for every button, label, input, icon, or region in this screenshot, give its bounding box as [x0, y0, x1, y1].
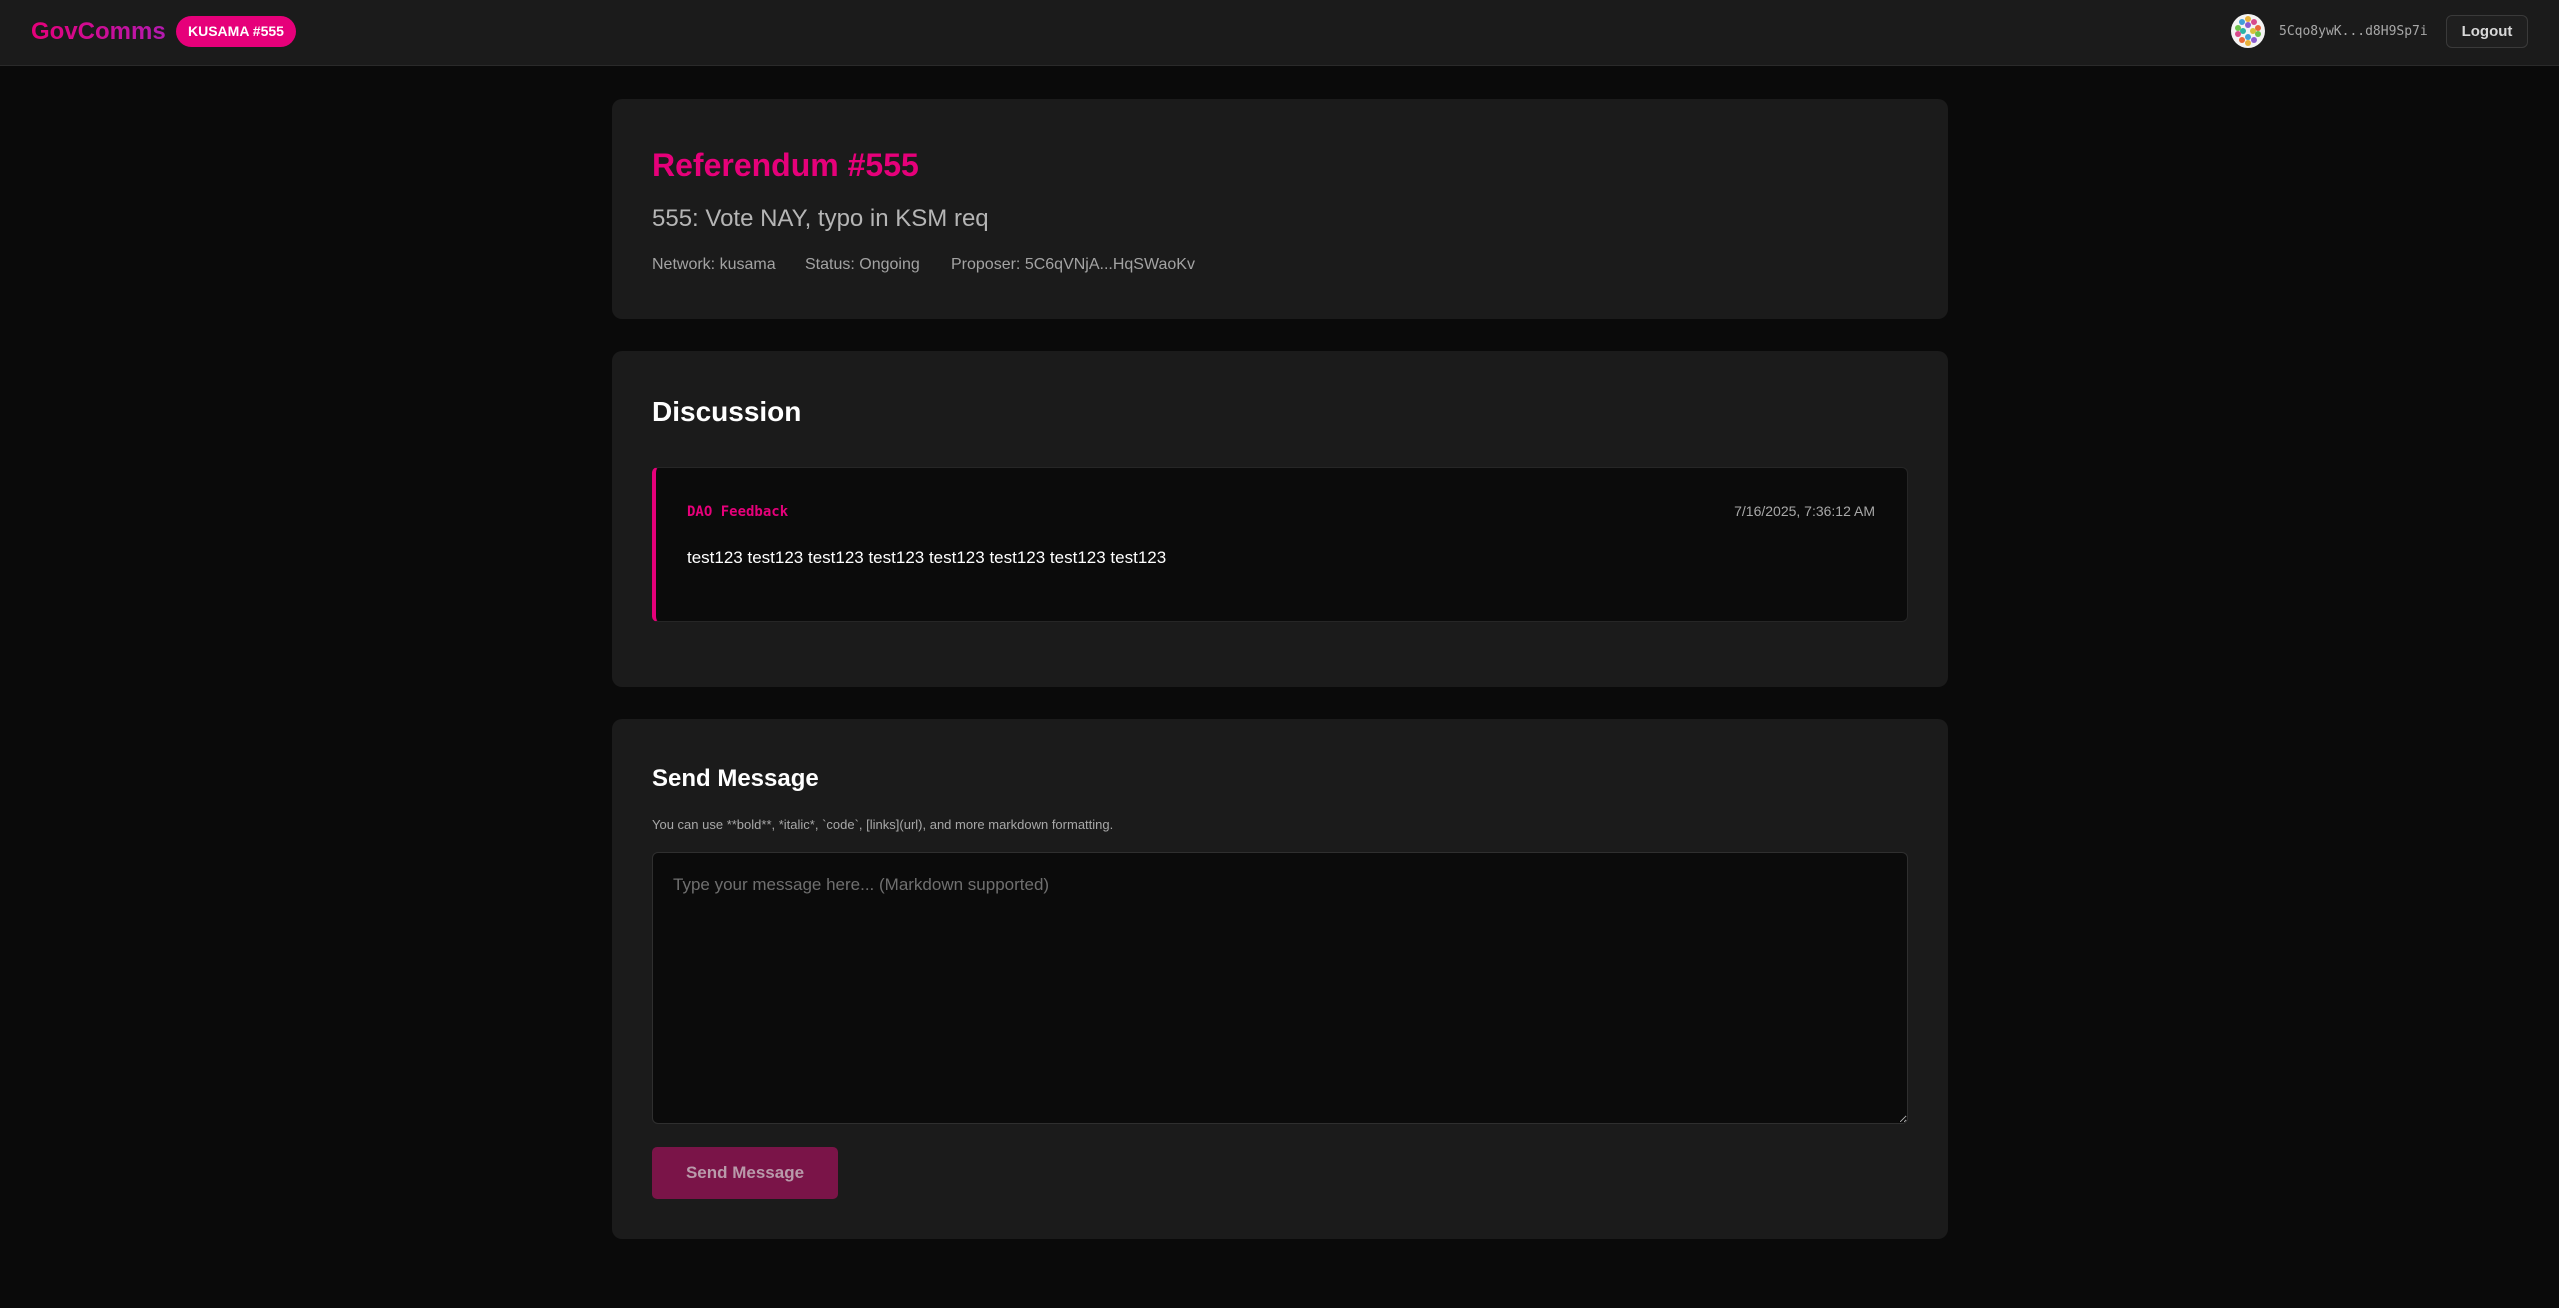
message-input[interactable] — [652, 852, 1908, 1124]
message-body: test123 test123 test123 test123 test123 … — [687, 548, 1167, 567]
brand-logo[interactable]: GovComms — [31, 18, 166, 46]
identicon-avatar-icon — [2231, 14, 2265, 48]
message-timestamp: 7/16/2025, 7:36:12 AM — [1734, 503, 1875, 519]
referendum-title: Referendum #555 — [652, 147, 919, 183]
referendum-subtitle: 555: Vote NAY, typo in KSM req — [652, 205, 989, 232]
discussion-card: Discussion DAO Feedback 7/16/2025, 7:36:… — [612, 351, 1948, 687]
network-badge: KUSAMA #555 — [176, 16, 296, 47]
top-navbar: GovComms KUSAMA #555 5Cqo8ywK...d8H9Sp7i… — [0, 0, 2559, 66]
markdown-hint: You can use **bold**, *italic*, `code`, … — [652, 817, 1114, 832]
logout-button[interactable]: Logout — [2446, 15, 2528, 48]
message-author: DAO Feedback — [687, 504, 789, 520]
network-label: Network: kusama — [652, 256, 776, 273]
message-item: DAO Feedback 7/16/2025, 7:36:12 AM test1… — [652, 467, 1908, 622]
send-message-card: Send Message You can use **bold**, *ital… — [612, 719, 1948, 1239]
send-message-title: Send Message — [652, 765, 819, 792]
referendum-card: Referendum #555 555: Vote NAY, typo in K… — [612, 99, 1948, 319]
proposer-label: Proposer: 5C6qVNjA...HqSWaoKv — [951, 256, 1195, 273]
discussion-title: Discussion — [652, 396, 802, 427]
status-label: Status: Ongoing — [805, 256, 920, 273]
send-message-button[interactable]: Send Message — [652, 1147, 838, 1199]
wallet-address: 5Cqo8ywK...d8H9Sp7i — [2279, 24, 2428, 39]
